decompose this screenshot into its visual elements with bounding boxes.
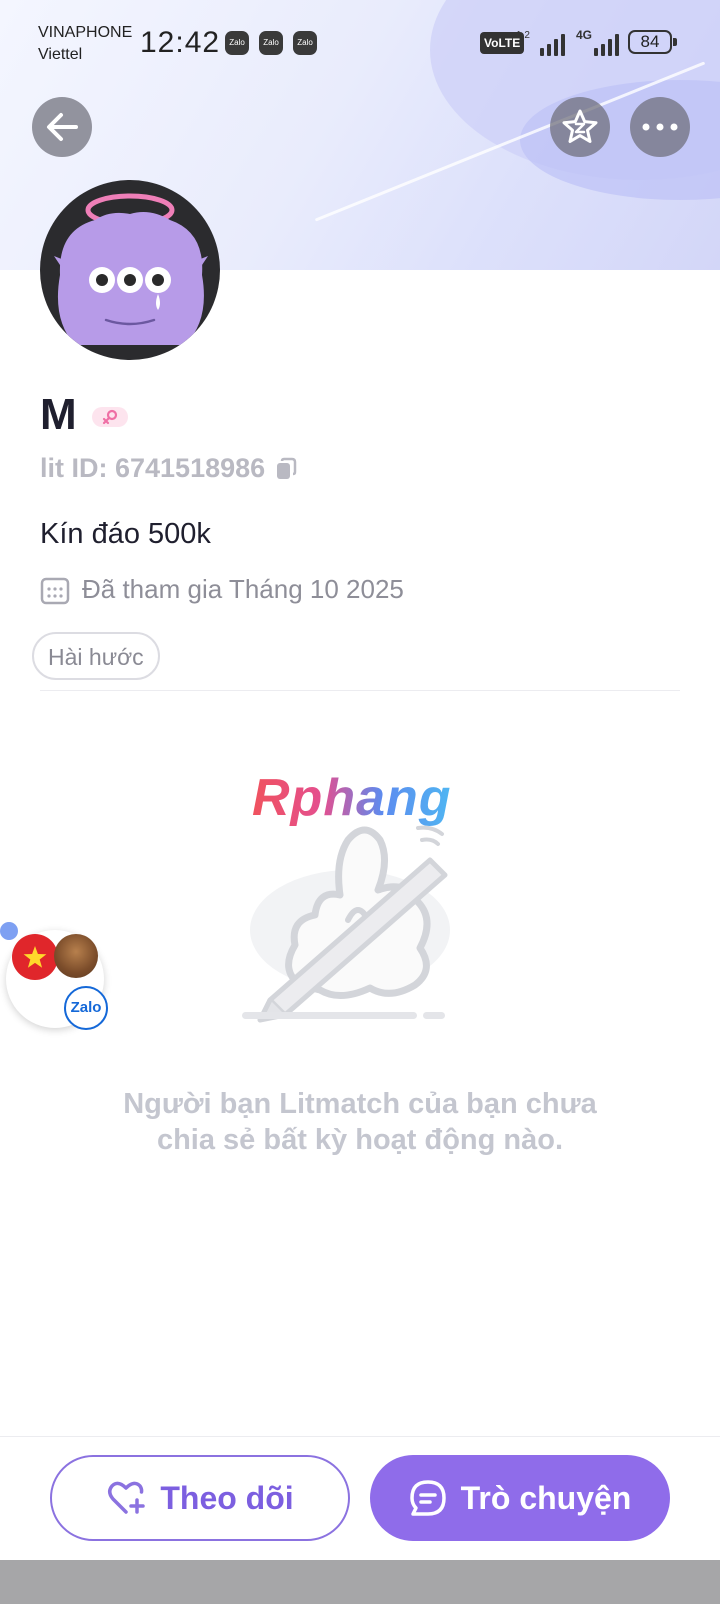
lit-id-row: lit ID: 6741518986 (40, 453, 297, 484)
empty-state-illustration (242, 825, 450, 1023)
interest-tag[interactable]: Hài hước (32, 632, 160, 680)
volte-sim-indicator: 1 2 (516, 30, 530, 41)
zalo-notification-icon: Zalo (259, 31, 283, 55)
empty-message-line: chia sẻ bất kỳ hoạt động nào. (156, 1124, 564, 1156)
watermark-logo: Rphang (252, 769, 452, 827)
star-icon (562, 109, 598, 143)
calendar-icon (40, 577, 70, 604)
carrier-info: VINAPHONE Viettel (38, 22, 132, 66)
back-button[interactable] (32, 97, 92, 157)
contact-avatar[interactable] (54, 934, 98, 978)
carrier-primary: VINAPHONE (38, 24, 133, 41)
chat-label: Trò chuyện (460, 1479, 632, 1516)
signal-strength-icon (594, 32, 619, 56)
favorite-button[interactable] (550, 97, 610, 157)
empty-message-line: Người bạn Litmatch của bạn chưa (123, 1088, 597, 1120)
carrier-secondary: Viettel (38, 46, 83, 63)
zalo-badge-icon[interactable]: Zalo (64, 986, 108, 1030)
arrow-left-icon (47, 113, 78, 141)
status-bar: VINAPHONE Viettel 12:42 Zalo Zalo Zalo V… (0, 0, 720, 80)
flag-avatar[interactable] (12, 934, 58, 980)
signal-strength-icon (540, 32, 565, 56)
zalo-notification-icon: Zalo (225, 31, 249, 55)
battery-indicator: 84 (628, 30, 677, 54)
female-symbol-icon (102, 409, 118, 425)
status-time: 12:42 (140, 26, 221, 59)
chat-bubble-icon (409, 1480, 446, 1516)
network-type: 4G (576, 28, 593, 42)
heart-plus-icon (108, 1481, 146, 1514)
joined-date: Đã tham gia Tháng 10 2025 (82, 574, 404, 604)
monster-avatar-image (54, 193, 208, 345)
profile-avatar[interactable] (40, 180, 220, 360)
profile-bio: Kín đáo 500k (40, 518, 211, 550)
chat-button[interactable]: Trò chuyện (370, 1455, 670, 1541)
lit-id: lit ID: 6741518986 (40, 453, 266, 483)
system-navigation-bar (0, 1560, 720, 1604)
bottom-divider (0, 1436, 720, 1437)
section-divider (40, 690, 680, 691)
gender-badge (92, 407, 128, 427)
more-dots-icon (642, 123, 678, 131)
copy-icon[interactable] (275, 457, 297, 481)
star-flag-icon (23, 946, 47, 968)
follow-label: Theo dõi (160, 1479, 294, 1516)
empty-state-message: Người bạn Litmatch của bạn chưa chia sẻ … (80, 1086, 640, 1158)
profile-name: M (40, 390, 77, 439)
zalo-notification-icon: Zalo (293, 31, 317, 55)
joined-date-row: Đã tham gia Tháng 10 2025 (40, 574, 404, 605)
follow-button[interactable]: Theo dõi (50, 1455, 350, 1541)
notification-dot (0, 922, 18, 940)
more-options-button[interactable] (630, 97, 690, 157)
